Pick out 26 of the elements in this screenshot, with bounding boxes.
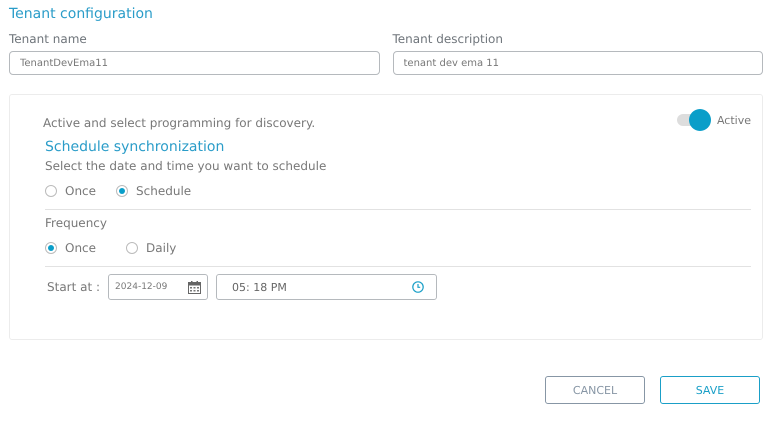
text-field[interactable]: tenant dev ema 11 (392, 51, 763, 75)
radio-button[interactable] (116, 185, 128, 197)
radio-label: Once (65, 184, 96, 198)
field-label: Tenant description (392, 32, 504, 46)
toggle-label: Active (716, 114, 751, 126)
clock-icon[interactable] (412, 281, 424, 293)
page-title: Tenant configuration (9, 5, 154, 24)
start-label: Start at : (47, 280, 100, 294)
radio-label: Once (65, 241, 96, 255)
section-hint: Select the date and time you want to schedule (45, 159, 328, 173)
radio-button[interactable] (126, 242, 138, 254)
calendar-icon[interactable] (188, 280, 202, 294)
save-button[interactable]: SAVE (660, 376, 760, 404)
radio-label: Schedule (136, 184, 192, 198)
text-field[interactable]: TenantDevEma11 (9, 51, 380, 75)
radio-button[interactable] (45, 242, 57, 254)
section-heading: Schedule synchronization (45, 139, 226, 155)
frequency-label: Frequency (45, 216, 108, 230)
radio-label: Daily (146, 241, 176, 255)
cancel-button[interactable]: CANCEL (545, 376, 645, 404)
time-field[interactable]: 05: 18 PM (216, 274, 438, 300)
toggle-switch[interactable] (674, 109, 711, 131)
radio-button[interactable] (45, 185, 57, 197)
date-field[interactable]: 2024-12-09 (108, 274, 208, 300)
panel-description: Active and select programming for discovery. (43, 116, 316, 130)
field-label: Tenant name (9, 32, 88, 46)
